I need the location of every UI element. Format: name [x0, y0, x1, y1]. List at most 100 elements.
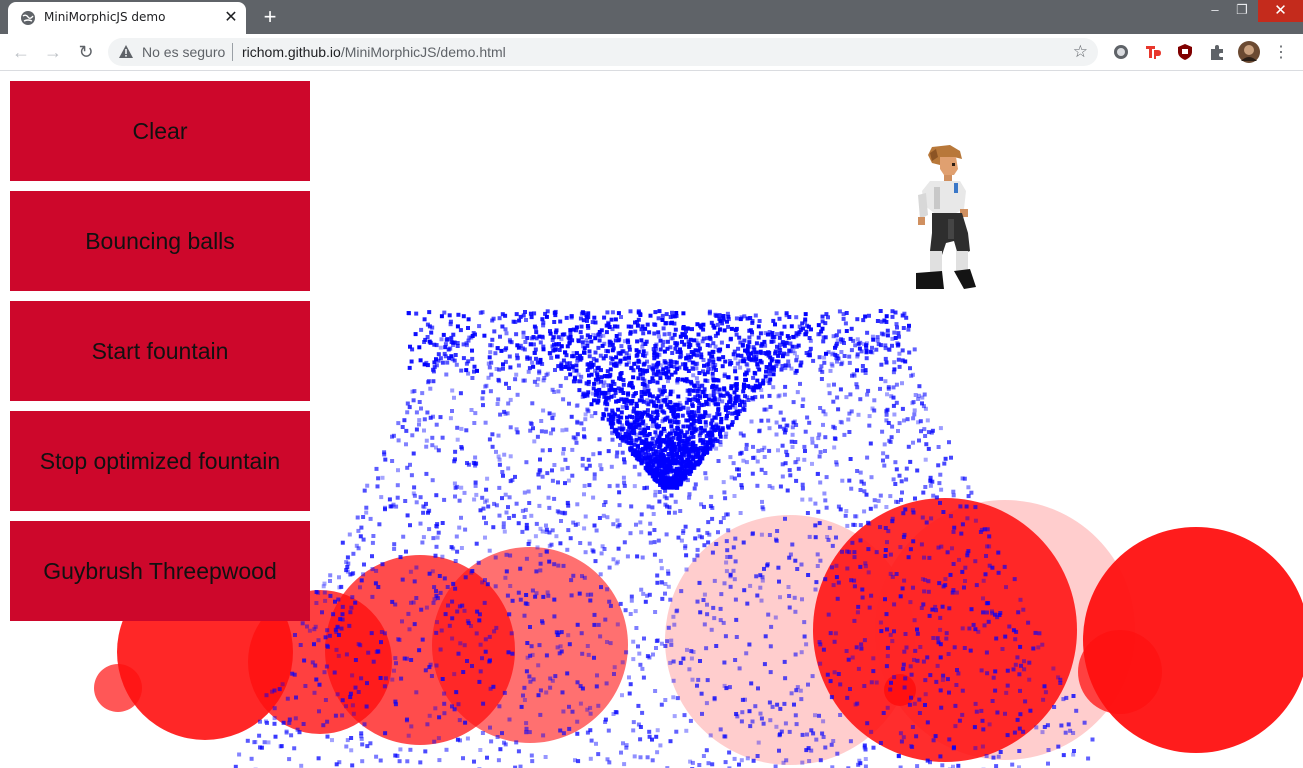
guybrush-sprite[interactable]	[910, 143, 978, 295]
particle	[359, 676, 364, 681]
avatar[interactable]	[1238, 41, 1260, 63]
particle	[799, 562, 804, 567]
stop-optimized-fountain-button[interactable]: Stop optimized fountain	[10, 411, 310, 511]
particle	[987, 534, 992, 539]
guybrush-threepwood-button[interactable]: Guybrush Threepwood	[10, 521, 310, 621]
particle	[734, 376, 739, 381]
extension-icon[interactable]	[1112, 43, 1130, 61]
particle	[442, 576, 447, 581]
particle	[825, 672, 830, 677]
particle	[404, 442, 408, 447]
particle	[651, 512, 656, 516]
minimize-button[interactable]: –	[1201, 0, 1229, 22]
clear-button[interactable]: Clear	[10, 81, 310, 181]
particle	[870, 345, 874, 350]
particle	[495, 402, 500, 406]
particle	[589, 372, 594, 377]
particle	[798, 363, 803, 368]
particle	[664, 532, 669, 537]
particle	[496, 758, 501, 763]
particle	[938, 426, 943, 431]
particle	[666, 462, 671, 467]
particle	[643, 599, 648, 604]
close-icon[interactable]: ✕	[222, 9, 240, 27]
particle	[457, 718, 462, 723]
particle	[1003, 711, 1007, 716]
particle	[301, 722, 306, 726]
particle	[439, 314, 444, 319]
particle	[701, 358, 706, 362]
particle	[964, 504, 969, 509]
particle	[537, 643, 542, 648]
particle	[1027, 677, 1032, 682]
url-text[interactable]: richom.github.io/MiniMorphicJS/demo.html	[242, 44, 506, 60]
star-icon[interactable]: ☆	[1073, 42, 1088, 62]
particle	[712, 696, 717, 701]
particle	[833, 631, 838, 636]
particle	[918, 645, 923, 649]
particle	[358, 643, 363, 648]
browser-tab[interactable]: MiniMorphicJS demo ✕	[8, 2, 246, 34]
bouncing-balls-button[interactable]: Bouncing balls	[10, 191, 310, 291]
particle	[618, 350, 623, 355]
back-icon[interactable]: ←	[9, 40, 33, 64]
particle	[702, 592, 707, 597]
particle	[616, 418, 621, 423]
particle	[792, 351, 797, 356]
window-close-button[interactable]: ✕	[1258, 0, 1303, 22]
particle	[472, 759, 476, 764]
plus-icon[interactable]: +	[258, 6, 282, 28]
particle	[674, 455, 679, 460]
particle	[686, 354, 691, 359]
address-bar[interactable]: No es seguro richom.github.io/MiniMorphi…	[108, 38, 1098, 66]
particle	[733, 383, 738, 388]
particle	[802, 444, 807, 449]
particle	[337, 760, 342, 765]
particle	[637, 651, 642, 656]
particle	[645, 654, 650, 659]
particle	[458, 328, 463, 333]
particle	[563, 457, 568, 462]
particle	[967, 626, 972, 631]
particle	[521, 693, 525, 698]
particle	[521, 335, 526, 339]
particle	[607, 760, 612, 765]
particle	[686, 406, 691, 411]
extension-icon[interactable]	[1208, 43, 1226, 61]
particle	[552, 310, 557, 315]
extension-icon[interactable]	[1144, 43, 1162, 61]
particle	[610, 430, 614, 435]
start-fountain-button[interactable]: Start fountain	[10, 301, 310, 401]
particle	[729, 422, 734, 427]
particle	[702, 413, 707, 418]
particle	[523, 310, 527, 314]
particle	[316, 638, 321, 643]
forward-icon[interactable]: →	[41, 40, 65, 64]
menu-icon[interactable]: ⋮	[1273, 42, 1289, 62]
particle	[817, 432, 822, 437]
particle	[1007, 624, 1012, 629]
particle	[617, 490, 622, 495]
particle	[600, 416, 605, 421]
particle	[766, 379, 771, 384]
particle	[943, 583, 948, 588]
particle	[669, 448, 674, 453]
particle	[587, 463, 592, 468]
security-label[interactable]: No es seguro	[142, 44, 225, 60]
extension-icon[interactable]	[1176, 43, 1194, 61]
reload-icon[interactable]: ↻	[74, 40, 98, 64]
particle	[434, 544, 439, 549]
particle	[511, 319, 516, 324]
particle	[432, 597, 437, 602]
particle	[685, 397, 690, 401]
particle	[430, 478, 435, 483]
particle	[756, 324, 761, 329]
particle	[670, 320, 674, 325]
particle	[440, 554, 445, 559]
restore-button[interactable]: ❐	[1228, 0, 1256, 22]
particle	[900, 313, 905, 318]
particle	[478, 669, 483, 674]
particle	[663, 488, 668, 493]
particle	[647, 330, 652, 335]
particle	[788, 552, 793, 557]
